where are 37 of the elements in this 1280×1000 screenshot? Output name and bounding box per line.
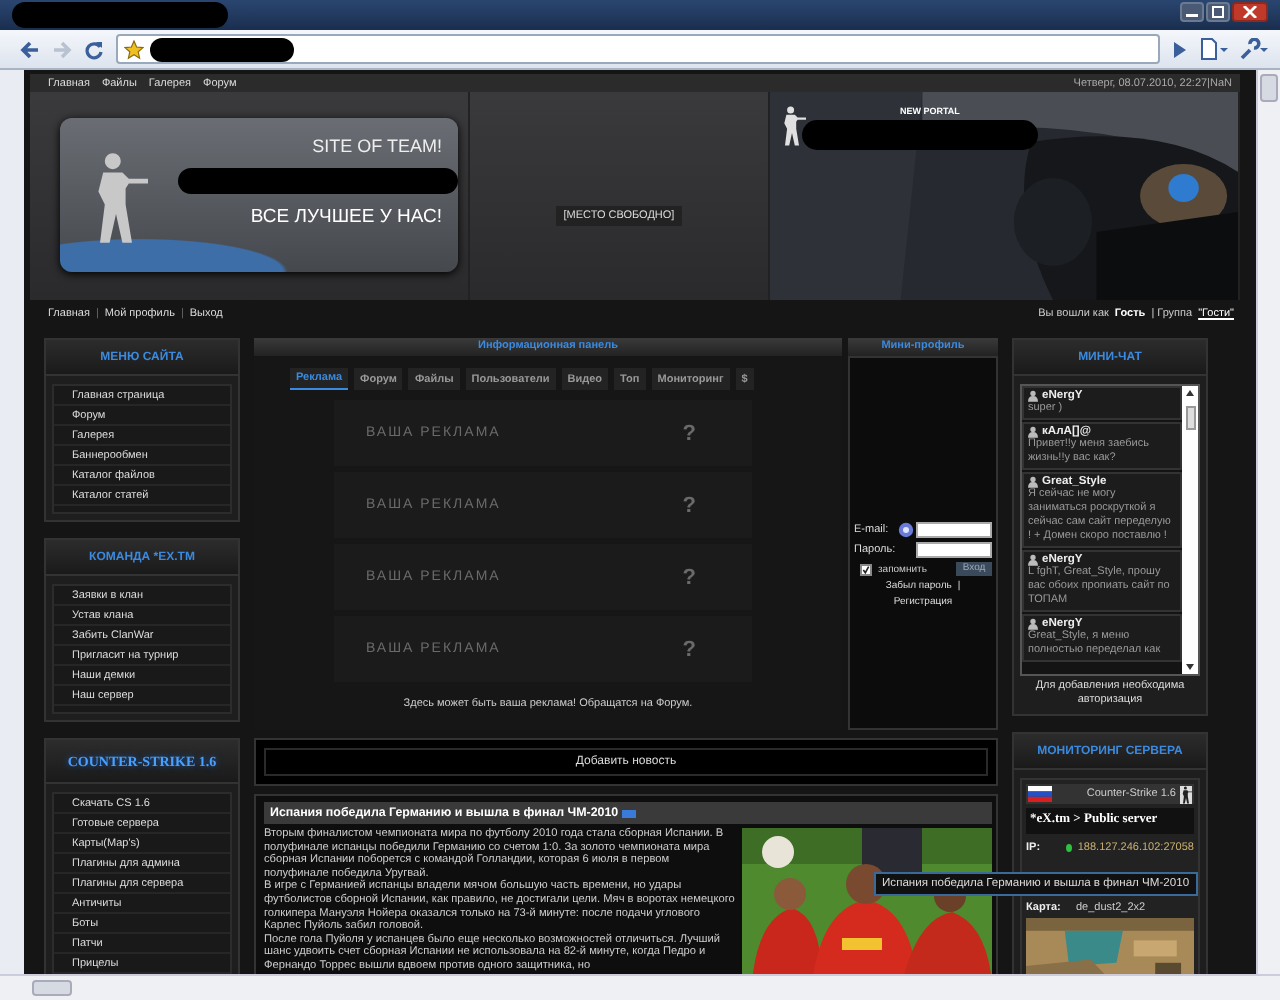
- scrollbar[interactable]: [1256, 70, 1280, 974]
- back-arrow-icon[interactable]: [20, 39, 40, 59]
- flag-icon: [1028, 786, 1052, 802]
- maximize-button[interactable]: [1206, 2, 1230, 22]
- soldier-icon: [778, 102, 806, 150]
- soldier-icon: [1180, 785, 1192, 803]
- ring-icon[interactable]: [898, 522, 914, 538]
- scrollbar[interactable]: [1182, 386, 1198, 674]
- ad-banner-mark: ?: [682, 421, 696, 445]
- minimize-button[interactable]: [1180, 2, 1204, 22]
- play-icon[interactable]: [1172, 39, 1188, 59]
- close-icon: [1242, 6, 1258, 18]
- scrollbar-thumb[interactable]: [1185, 406, 1195, 430]
- input-field[interactable]: [916, 542, 992, 558]
- ad-banner-mark: ?: [682, 637, 696, 661]
- redaction-mark: [150, 38, 294, 62]
- address-field[interactable]: [116, 34, 1160, 64]
- caret-up-icon[interactable]: [1184, 388, 1196, 398]
- ad-banner-mark: ?: [682, 493, 696, 517]
- user-icon: [1028, 618, 1038, 630]
- maximize-icon: [1210, 6, 1226, 18]
- user-icon: [1028, 426, 1038, 438]
- wrench-icon[interactable]: [1240, 38, 1268, 60]
- logo-slogan: ВСЕ ЛУЧШЕЕ У НАС!: [250, 206, 442, 228]
- ad-banner-mark: ?: [682, 565, 696, 589]
- page-menu-icon[interactable]: [1200, 38, 1228, 60]
- scrollbar[interactable]: [0, 974, 1280, 1000]
- close-button[interactable]: [1232, 2, 1268, 22]
- star-icon[interactable]: [124, 39, 144, 59]
- checkbox[interactable]: [860, 563, 872, 575]
- logo-title: SITE OF TEAM!: [312, 136, 442, 156]
- caret-down-icon[interactable]: [1184, 662, 1196, 672]
- user-icon: [1028, 476, 1038, 488]
- reload-icon[interactable]: [84, 39, 104, 59]
- user-icon: [1028, 554, 1038, 566]
- input-field[interactable]: [916, 522, 992, 538]
- user-icon: [1028, 390, 1038, 402]
